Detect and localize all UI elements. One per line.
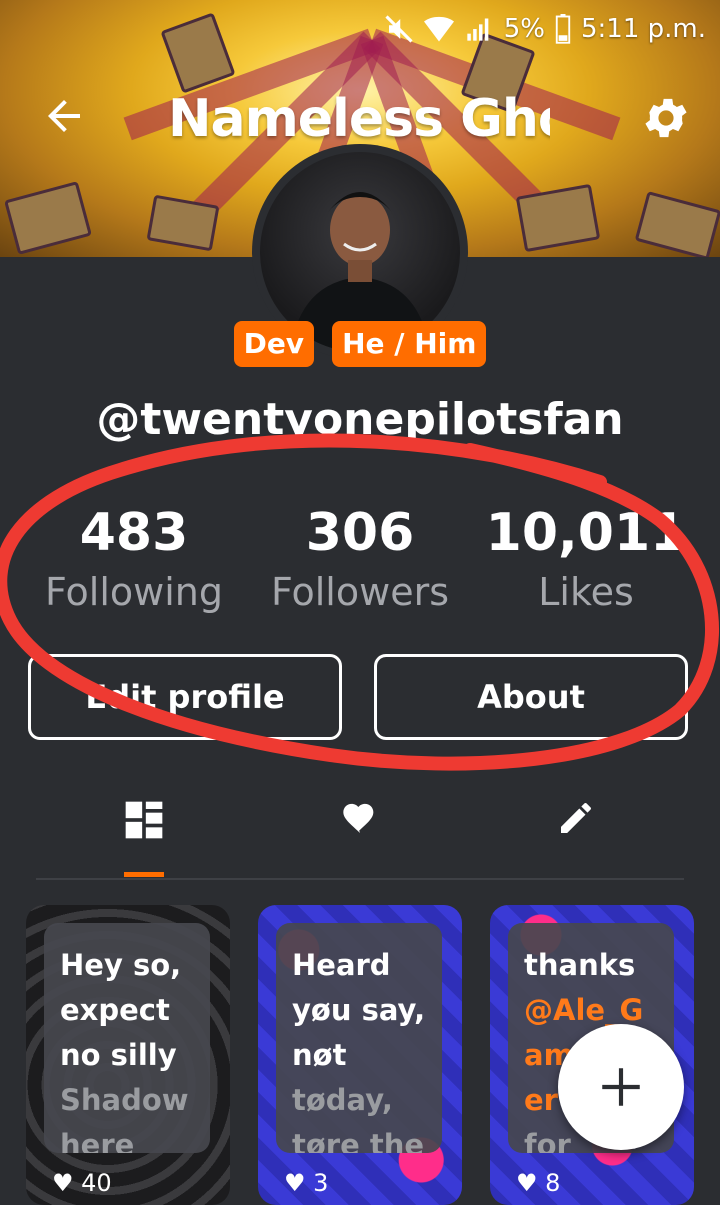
tab-likes[interactable] — [300, 790, 420, 878]
tab-posts[interactable] — [84, 790, 204, 878]
post-line: nøt — [292, 1038, 347, 1072]
about-button[interactable]: About — [374, 654, 688, 740]
post-line: Heard — [292, 948, 391, 982]
mute-icon — [385, 15, 413, 43]
wifi-icon — [423, 16, 454, 42]
battery-icon — [555, 14, 571, 44]
badge-dev: Dev — [233, 321, 315, 367]
post-line: no silly — [60, 1038, 177, 1072]
post-likes-count: 8 — [545, 1169, 561, 1197]
post-text: Hey so, expect no silly Shadow here — [44, 923, 210, 1153]
post-line: expect — [60, 993, 170, 1027]
tab-drafts[interactable] — [516, 790, 636, 878]
post-likes: ♥ 8 — [516, 1169, 561, 1197]
post-line: here — [60, 1128, 135, 1153]
create-post-button[interactable] — [558, 1024, 684, 1150]
username: @twentyonepilotsfan — [96, 394, 624, 445]
stat-label: Likes — [538, 570, 634, 614]
status-bar: 5% 5:11 p.m. — [384, 10, 706, 48]
post-likes: ♥ 40 — [52, 1169, 112, 1197]
stat-following[interactable]: 483 Following — [14, 500, 254, 620]
stat-value: 10,011 — [485, 503, 687, 563]
stat-likes[interactable]: 10,011 Likes — [466, 500, 706, 620]
post-line: thanks — [524, 948, 636, 982]
profile-badges: Dev He / Him — [0, 321, 720, 367]
post-text: Heard yøu say, nøt tøday, tøre the — [276, 923, 442, 1153]
settings-button[interactable] — [640, 92, 692, 144]
post-line: Hey so, — [60, 948, 182, 982]
plus-icon — [602, 1068, 640, 1106]
tab-active-indicator — [124, 872, 164, 877]
heart-icon — [343, 803, 374, 833]
status-time: 5:11 p.m. — [580, 14, 706, 44]
post-likes: ♥ 3 — [284, 1169, 329, 1197]
signal-icon — [467, 18, 489, 41]
stat-label: Followers — [271, 570, 449, 614]
post-line: yøu say, — [292, 993, 426, 1027]
post-line: tøday, — [292, 1083, 393, 1117]
stat-label: Following — [45, 570, 223, 614]
back-button[interactable] — [40, 92, 88, 140]
gear-icon — [645, 98, 687, 138]
post-likes-count: 40 — [81, 1169, 112, 1197]
post-card[interactable]: Hey so, expect no silly Shadow here ♥ 40 — [26, 905, 230, 1205]
edit-profile-button[interactable]: Edit profile — [28, 654, 342, 740]
stat-value: 483 — [79, 503, 189, 563]
post-line: tøre the — [292, 1128, 425, 1153]
post-likes-count: 3 — [313, 1169, 329, 1197]
stat-value: 306 — [305, 503, 415, 563]
profile-stats: 483 Following 306 Followers 10,011 Likes — [0, 500, 720, 630]
profile-tabs — [36, 790, 684, 880]
post-card[interactable]: Heard yøu say, nøt tøday, tøre the ♥ 3 — [258, 905, 462, 1205]
stat-followers[interactable]: 306 Followers — [240, 500, 480, 620]
pencil-icon — [561, 803, 591, 833]
posts-grid-icon — [125, 801, 163, 839]
battery-percent: 5% — [503, 14, 545, 44]
post-line: Shadow — [60, 1083, 189, 1117]
badge-pronouns: He / Him — [332, 321, 487, 367]
arrow-left-icon — [48, 100, 80, 132]
